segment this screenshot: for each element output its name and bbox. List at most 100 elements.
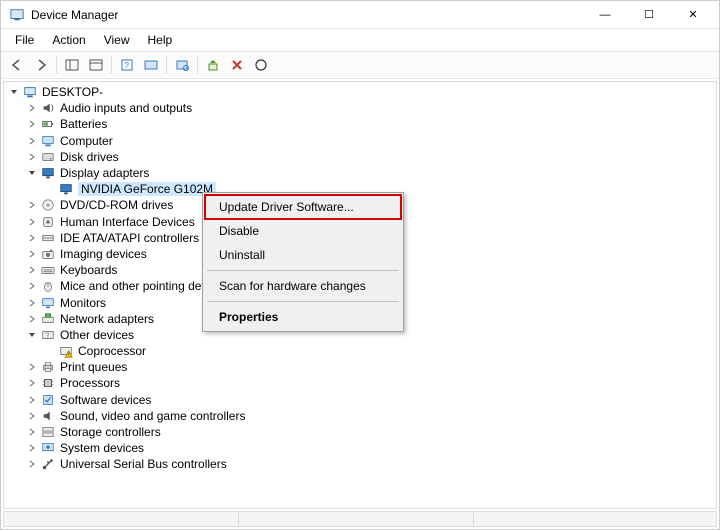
window-title: Device Manager bbox=[31, 8, 118, 22]
tree-item-label: Keyboards bbox=[60, 263, 117, 277]
tree-category[interactable]: Display adapters bbox=[4, 165, 716, 181]
context-menu-item[interactable]: Update Driver Software... bbox=[205, 195, 401, 219]
expand-arrow-icon[interactable] bbox=[26, 297, 38, 309]
tree-category[interactable]: Computer bbox=[4, 133, 716, 149]
back-button[interactable] bbox=[6, 54, 28, 76]
update-driver-button[interactable] bbox=[202, 54, 224, 76]
cpu-icon bbox=[40, 375, 56, 391]
battery-icon bbox=[40, 116, 56, 132]
audio-icon bbox=[40, 100, 56, 116]
tree-category[interactable]: Universal Serial Bus controllers bbox=[4, 456, 716, 472]
tree-category[interactable]: Sound, video and game controllers bbox=[4, 408, 716, 424]
minimize-button[interactable]: — bbox=[583, 1, 627, 29]
tree-category[interactable]: Print queues bbox=[4, 359, 716, 375]
tree-category[interactable]: Audio inputs and outputs bbox=[4, 100, 716, 116]
mouse-icon bbox=[40, 278, 56, 294]
expand-arrow-icon[interactable] bbox=[26, 377, 38, 389]
context-menu-item[interactable]: Properties bbox=[205, 305, 401, 329]
keyboard-icon bbox=[40, 262, 56, 278]
context-menu-item[interactable]: Disable bbox=[205, 219, 401, 243]
tree-device[interactable]: !Coprocessor bbox=[4, 343, 716, 359]
close-button[interactable]: ✕ bbox=[671, 1, 715, 29]
disable-button[interactable] bbox=[250, 54, 272, 76]
expand-arrow-icon[interactable] bbox=[26, 410, 38, 422]
tree-item-label: DESKTOP- bbox=[42, 85, 103, 99]
tree-item-label: Batteries bbox=[60, 117, 107, 131]
tree-category[interactable]: Storage controllers bbox=[4, 424, 716, 440]
show-hide-tree-button[interactable] bbox=[61, 54, 83, 76]
expand-arrow-icon[interactable] bbox=[26, 199, 38, 211]
tree-item-label: Display adapters bbox=[60, 166, 149, 180]
usb-icon bbox=[40, 456, 56, 472]
expand-arrow-icon[interactable] bbox=[26, 280, 38, 292]
display-icon bbox=[58, 181, 74, 197]
context-menu: Update Driver Software...DisableUninstal… bbox=[202, 192, 404, 332]
network-icon bbox=[40, 311, 56, 327]
tree-category[interactable]: System devices bbox=[4, 440, 716, 456]
context-menu-item[interactable]: Uninstall bbox=[205, 243, 401, 267]
expand-arrow-icon[interactable] bbox=[26, 102, 38, 114]
expand-arrow-icon[interactable] bbox=[26, 458, 38, 470]
tree-category[interactable]: Processors bbox=[4, 375, 716, 391]
monitor-icon bbox=[40, 295, 56, 311]
context-menu-separator bbox=[207, 270, 399, 271]
expand-arrow-icon[interactable] bbox=[26, 313, 38, 325]
tree-category[interactable]: Software devices bbox=[4, 392, 716, 408]
tree-item-label: Coprocessor bbox=[78, 344, 146, 358]
expand-arrow-icon[interactable] bbox=[26, 135, 38, 147]
context-menu-item[interactable]: Scan for hardware changes bbox=[205, 274, 401, 298]
tree-item-label: Network adapters bbox=[60, 312, 154, 326]
tree-item-label: Monitors bbox=[60, 296, 106, 310]
titlebar: Device Manager — ☐ ✕ bbox=[1, 1, 719, 29]
tree-item-label: Software devices bbox=[60, 393, 151, 407]
expand-arrow-icon bbox=[44, 345, 56, 357]
app-icon bbox=[9, 7, 25, 23]
cdrom-icon bbox=[40, 197, 56, 213]
tree-root[interactable]: DESKTOP- bbox=[4, 84, 716, 100]
view-devices-button[interactable] bbox=[140, 54, 162, 76]
expand-arrow-icon[interactable] bbox=[26, 264, 38, 276]
scan-hardware-button[interactable] bbox=[171, 54, 193, 76]
toolbar: ? bbox=[1, 51, 719, 79]
expand-arrow-icon[interactable] bbox=[26, 151, 38, 163]
menu-view[interactable]: View bbox=[96, 31, 138, 49]
tree-item-label: Imaging devices bbox=[60, 247, 147, 261]
expand-arrow-icon[interactable] bbox=[26, 167, 38, 179]
expand-arrow-icon[interactable] bbox=[26, 248, 38, 260]
tree-item-label: DVD/CD-ROM drives bbox=[60, 198, 173, 212]
svg-text:?: ? bbox=[45, 333, 49, 340]
menu-help[interactable]: Help bbox=[140, 31, 181, 49]
expand-arrow-icon[interactable] bbox=[26, 118, 38, 130]
tree-item-label: Storage controllers bbox=[60, 425, 161, 439]
help-button[interactable]: ? bbox=[116, 54, 138, 76]
svg-text:?: ? bbox=[125, 61, 130, 70]
forward-button[interactable] bbox=[30, 54, 52, 76]
expand-arrow-icon[interactable] bbox=[8, 86, 20, 98]
maximize-button[interactable]: ☐ bbox=[627, 1, 671, 29]
ide-icon bbox=[40, 230, 56, 246]
sound-icon bbox=[40, 408, 56, 424]
tree-item-label: Sound, video and game controllers bbox=[60, 409, 245, 423]
expand-arrow-icon[interactable] bbox=[26, 394, 38, 406]
computer-root-icon bbox=[22, 84, 38, 100]
menu-action[interactable]: Action bbox=[44, 31, 93, 49]
expand-arrow-icon[interactable] bbox=[26, 232, 38, 244]
tree-item-label: System devices bbox=[60, 441, 144, 455]
computer-icon bbox=[40, 133, 56, 149]
menu-file[interactable]: File bbox=[7, 31, 42, 49]
menubar: File Action View Help bbox=[1, 29, 719, 51]
expand-arrow-icon[interactable] bbox=[26, 442, 38, 454]
disk-icon bbox=[40, 149, 56, 165]
statusbar bbox=[3, 511, 717, 527]
expand-arrow-icon[interactable] bbox=[26, 216, 38, 228]
expand-arrow-icon[interactable] bbox=[26, 361, 38, 373]
properties-button[interactable] bbox=[85, 54, 107, 76]
tree-item-label: Print queues bbox=[60, 360, 127, 374]
tree-category[interactable]: Batteries bbox=[4, 116, 716, 132]
uninstall-button[interactable] bbox=[226, 54, 248, 76]
tree-item-label: Processors bbox=[60, 376, 120, 390]
tree-item-label: Computer bbox=[60, 134, 113, 148]
expand-arrow-icon[interactable] bbox=[26, 426, 38, 438]
expand-arrow-icon[interactable] bbox=[26, 329, 38, 341]
tree-category[interactable]: Disk drives bbox=[4, 149, 716, 165]
